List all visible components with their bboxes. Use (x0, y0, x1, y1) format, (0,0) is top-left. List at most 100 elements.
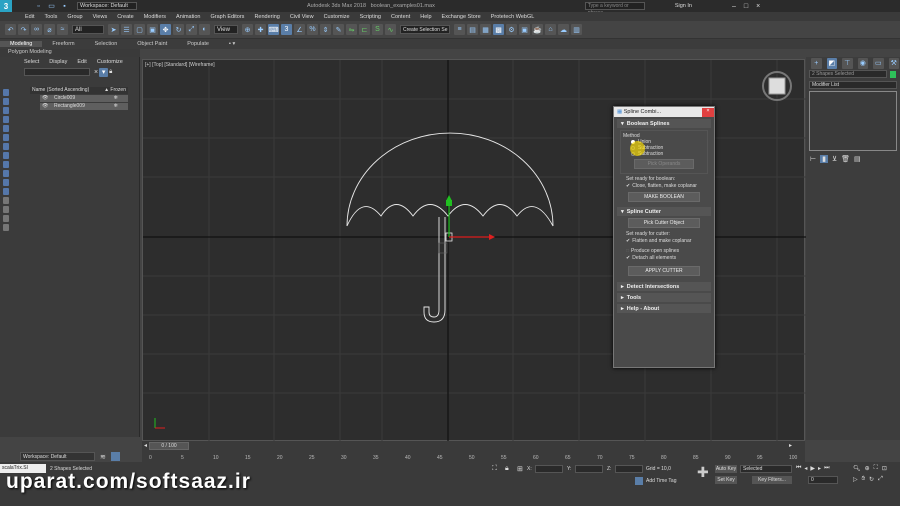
zoom-icon[interactable]: 🔍︎ (853, 465, 861, 472)
helpers-filter-icon[interactable] (3, 152, 9, 159)
produce-open-checkbox[interactable]: □ Produce open splines (614, 248, 714, 255)
hierarchy-tab-icon[interactable]: ⊤ (842, 57, 853, 69)
play-icon[interactable]: ▶ (810, 465, 815, 472)
bind-icon[interactable]: ≈ (57, 24, 68, 35)
motion-tab-icon[interactable]: ◉ (857, 57, 868, 69)
remove-modifier-icon[interactable]: 🗑︎ (841, 155, 850, 163)
scene-menu-display[interactable]: Display (49, 59, 67, 65)
place-icon[interactable]: ◐ (199, 24, 210, 35)
menu-item[interactable]: Help (420, 14, 431, 20)
render-setup-icon[interactable]: ⚙ (506, 24, 517, 35)
utilities-tab-icon[interactable]: ⚒ (888, 57, 899, 69)
menu-item[interactable]: Edit (25, 14, 34, 20)
pick-operands-button[interactable]: Pick Operands (634, 159, 694, 169)
set-key-large-icon[interactable]: ✚ (697, 464, 709, 481)
percent-snap-icon[interactable]: % (307, 24, 318, 35)
tab-freeform[interactable]: Freeform (42, 41, 84, 47)
clear-search-icon[interactable]: × (94, 69, 98, 76)
timeline-ruler[interactable]: 0 5 10 15 20 25 30 35 40 45 50 55 60 65 70 75 80 85 90 95 10… (142, 450, 805, 462)
unlink-icon[interactable]: ⌀ (44, 24, 55, 35)
minimize-icon[interactable]: – (732, 3, 736, 10)
time-slider-prev-icon[interactable]: ◂ (144, 442, 147, 449)
pick-cutter-button[interactable]: Pick Cutter Object (628, 218, 700, 228)
col-name[interactable]: Name (Sorted Ascending) (32, 87, 89, 94)
open-icon[interactable]: ▭ (46, 1, 57, 12)
display-tab-icon[interactable]: ▭ (873, 57, 884, 69)
current-frame-input[interactable]: 0 (808, 476, 838, 484)
menu-item[interactable]: Civil View (290, 14, 314, 20)
rect-selection-icon[interactable]: ▢ (134, 24, 145, 35)
z-coord-input[interactable] (615, 465, 643, 473)
add-time-tag-button[interactable]: Add Time Tag (646, 478, 676, 484)
menu-item[interactable]: Group (67, 14, 82, 20)
window-crossing-icon[interactable]: ▣ (147, 24, 158, 35)
polygon-modeling-bar[interactable]: Polygon Modeling (0, 49, 140, 57)
key-filters-button[interactable]: Key Filters... (752, 476, 792, 484)
angle-snap-icon[interactable]: ∠ (294, 24, 305, 35)
y-coord-input[interactable] (575, 465, 603, 473)
search-input[interactable]: Type a keyword or phrase (584, 2, 645, 16)
show-end-result-icon[interactable]: ▮ (820, 155, 828, 163)
close-flatten-checkbox[interactable]: ✔ Close, flatten, make coplanar (614, 183, 714, 190)
display-all-icon[interactable] (3, 98, 9, 105)
lights-filter-icon[interactable] (3, 134, 9, 141)
rotate-icon[interactable]: ↻ (173, 24, 184, 35)
ribbon-options-icon[interactable]: ▪ ▾ (219, 41, 245, 47)
freeze-icon[interactable]: ❄ (114, 95, 118, 102)
material-editor-icon[interactable]: ▩ (493, 24, 504, 35)
configure-sets-icon[interactable]: ▤ (854, 155, 861, 163)
menu-item[interactable]: Content (391, 14, 410, 20)
scene-menu-customize[interactable]: Customize (97, 59, 123, 65)
menu-item[interactable]: Customize (324, 14, 350, 20)
flatten-coplanar-checkbox[interactable]: ✔ Flatten and make coplanar (614, 238, 714, 245)
menu-item[interactable]: Graph Editors (211, 14, 245, 20)
lock-icon[interactable]: 🔒︎ (109, 69, 112, 76)
selected-dropdown[interactable]: Selected (740, 465, 792, 473)
maximize-viewport-icon[interactable]: ⤢ (878, 476, 883, 483)
time-slider-next-icon[interactable]: ▸ (789, 442, 792, 449)
filter-icon[interactable]: ▾ (99, 67, 109, 77)
select-object-icon[interactable]: ➤ (108, 24, 119, 35)
schematic-view-icon[interactable]: ▦ (480, 24, 491, 35)
redo-icon[interactable]: ↷ (18, 24, 29, 35)
menu-item[interactable]: Views (93, 14, 108, 20)
zoom-extents-all-icon[interactable]: ⊡ (882, 465, 887, 472)
save-icon[interactable]: ▪ (59, 1, 70, 12)
ribbon-toggle-icon[interactable] (111, 452, 120, 461)
col-frozen[interactable]: ▲ Frozen (104, 87, 126, 94)
containers-filter-icon[interactable] (3, 197, 9, 204)
snap-toggle-icon[interactable]: 3 (281, 24, 292, 35)
zoom-all-icon[interactable]: ⊕ (865, 465, 870, 472)
create-tab-icon[interactable]: + (811, 57, 822, 69)
a360-icon[interactable]: ☁ (558, 24, 569, 35)
rendered-frame-icon[interactable]: ▣ (519, 24, 530, 35)
layers-icon[interactable]: ≋ (100, 453, 106, 461)
menu-item[interactable]: Tools (44, 14, 57, 20)
make-unique-icon[interactable]: ⊻ (832, 155, 837, 163)
tab-modeling[interactable]: Modeling (0, 41, 43, 47)
xrefs-filter-icon[interactable] (3, 179, 9, 186)
rollout-boolean-splines[interactable]: ▾ Boolean Splines (617, 119, 711, 128)
dialog-titlebar[interactable]: ▦ Spline Combi... × (614, 107, 714, 117)
object-color-swatch[interactable] (890, 70, 896, 78)
modifier-stack[interactable] (809, 91, 897, 151)
link-icon[interactable]: ∞ (31, 24, 42, 35)
auto-key-button[interactable]: Auto Key (715, 465, 737, 473)
object-name-field[interactable]: 2 Shapes Selected (809, 70, 887, 78)
eye-icon[interactable]: 👁︎ (42, 95, 48, 102)
x-coord-input[interactable] (535, 465, 563, 473)
spacewarps-filter-icon[interactable] (3, 161, 9, 168)
orbit-icon[interactable]: ↻ (869, 476, 874, 483)
align-icon[interactable]: ⊏ (359, 24, 370, 35)
menu-item[interactable]: Animation (176, 14, 200, 20)
set-key-button[interactable]: Set Key (715, 476, 737, 484)
make-boolean-button[interactable]: MAKE BOOLEAN (628, 192, 700, 202)
app-logo-icon[interactable]: 3 (0, 0, 12, 12)
time-slider[interactable]: ◂ 0 / 100 ▸ (142, 441, 805, 450)
workspace-label[interactable]: Workspace: Default (20, 452, 95, 461)
prev-frame-icon[interactable]: ◂ (804, 465, 807, 472)
absolute-mode-icon[interactable]: ⊞ (517, 465, 523, 473)
modify-tab-icon[interactable]: ◩ (826, 57, 837, 69)
time-tag-icon[interactable] (635, 477, 643, 485)
all-filter-icon[interactable] (3, 224, 9, 231)
